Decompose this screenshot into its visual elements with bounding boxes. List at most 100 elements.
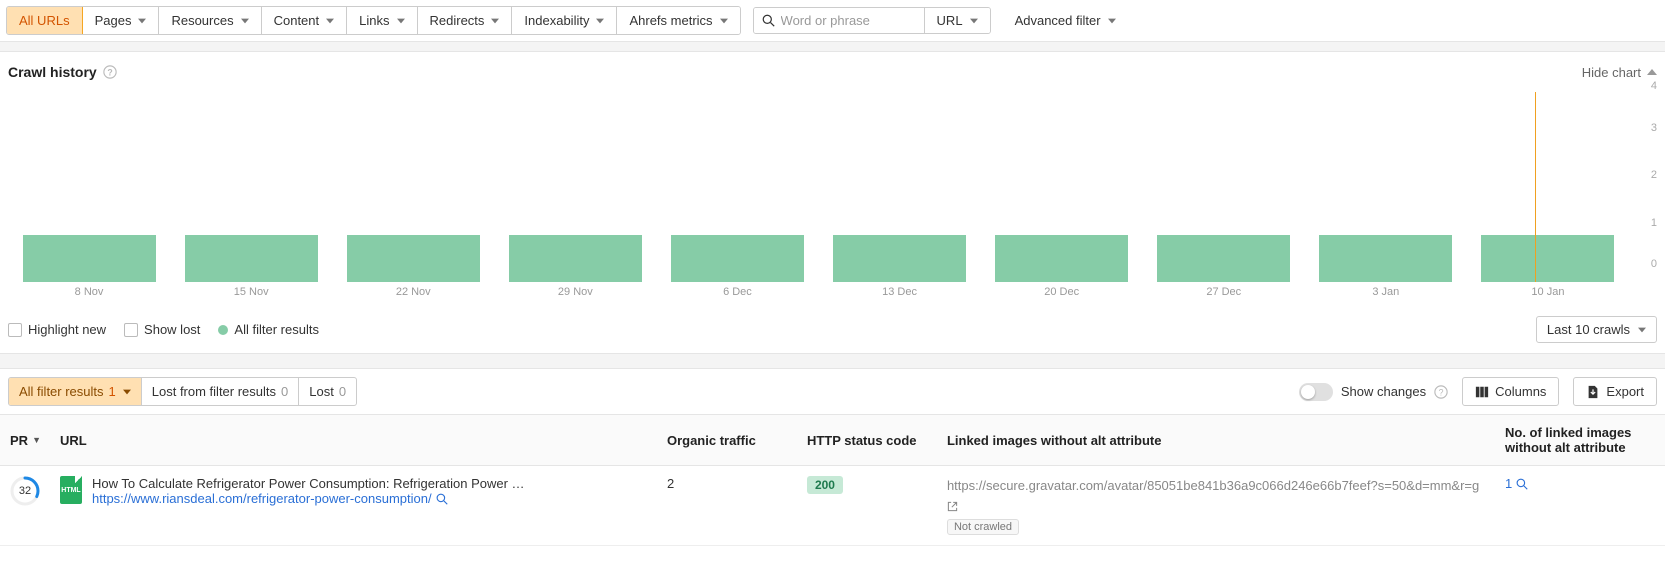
- th-http-status[interactable]: HTTP status code: [797, 423, 937, 458]
- chart-x-axis: 8 Nov15 Nov22 Nov29 Nov6 Dec13 Dec20 Dec…: [8, 286, 1629, 306]
- th-pr[interactable]: PR ▼: [0, 423, 50, 458]
- advanced-filter-label: Advanced filter: [1015, 13, 1101, 28]
- y-tick-label: 4: [1651, 80, 1657, 92]
- tab-lost-from-filter[interactable]: Lost from filter results 0: [142, 378, 300, 405]
- chevron-down-icon: [970, 17, 978, 25]
- chart-bar[interactable]: [1481, 235, 1614, 283]
- sort-desc-icon: ▼: [32, 435, 41, 445]
- cell-pr: 32: [0, 476, 50, 506]
- count-link[interactable]: 1: [1505, 476, 1655, 491]
- search-input[interactable]: [781, 13, 916, 28]
- table-row: 32 HTML How To Calculate Refrigerator Po…: [0, 466, 1665, 546]
- tab-redirects-label: Redirects: [430, 13, 485, 28]
- organic-traffic-value: 2: [667, 476, 674, 491]
- th-count-label: No. of linked images without alt attribu…: [1505, 425, 1655, 455]
- tab-resources[interactable]: Resources: [159, 7, 261, 34]
- chevron-down-icon: [138, 17, 146, 25]
- tab-ahrefs-metrics[interactable]: Ahrefs metrics: [617, 7, 739, 34]
- search-scope-label: URL: [937, 13, 963, 28]
- crawl-range-selector[interactable]: Last 10 crawls: [1536, 316, 1657, 343]
- x-tick-label: 27 Dec: [1206, 286, 1241, 298]
- help-icon[interactable]: ?: [1434, 385, 1448, 399]
- legend-all-label: All filter results: [234, 322, 319, 337]
- linked-image-url[interactable]: https://secure.gravatar.com/avatar/85051…: [947, 476, 1485, 515]
- page-title[interactable]: How To Calculate Refrigerator Power Cons…: [92, 476, 525, 491]
- tab-pages[interactable]: Pages: [83, 7, 160, 34]
- chart-bar[interactable]: [1157, 235, 1290, 283]
- crawl-history-header: Crawl history ? Hide chart: [0, 52, 1665, 84]
- tab-lost-filter-label: Lost from filter results: [152, 384, 276, 399]
- tab-all-filter-results[interactable]: All filter results 1: [9, 378, 142, 405]
- th-pr-label: PR: [10, 433, 28, 448]
- advanced-filter-button[interactable]: Advanced filter: [1003, 7, 1128, 34]
- chart-marker-line: [1535, 92, 1536, 282]
- tab-content[interactable]: Content: [262, 7, 348, 34]
- pr-indicator[interactable]: 32: [10, 476, 40, 506]
- chart-bar[interactable]: [23, 235, 156, 283]
- chevron-down-icon: [326, 17, 334, 25]
- chart-bar[interactable]: [509, 235, 642, 283]
- th-organic-traffic[interactable]: Organic traffic: [657, 423, 797, 458]
- columns-button[interactable]: Columns: [1462, 377, 1559, 406]
- pr-value: 32: [10, 476, 40, 506]
- x-tick-label: 20 Dec: [1044, 286, 1079, 298]
- tab-lost[interactable]: Lost 0: [299, 378, 356, 405]
- tab-pages-label: Pages: [95, 13, 132, 28]
- chart-bar[interactable]: [833, 235, 966, 283]
- tab-all-filter-label: All filter results: [19, 384, 104, 399]
- export-icon: [1586, 385, 1600, 399]
- x-tick-label: 3 Jan: [1372, 286, 1399, 298]
- y-tick-label: 3: [1651, 122, 1657, 134]
- search-scope-selector[interactable]: URL: [924, 8, 990, 33]
- chart-bar[interactable]: [995, 235, 1128, 283]
- chart-bar[interactable]: [1319, 235, 1452, 283]
- crawl-range-label: Last 10 crawls: [1547, 322, 1630, 337]
- search-input-wrapper[interactable]: [754, 8, 924, 33]
- export-button[interactable]: Export: [1573, 377, 1657, 406]
- cell-http-status: 200: [797, 476, 937, 494]
- results-tabs: All filter results 1 Lost from filter re…: [8, 377, 357, 406]
- page-url-link[interactable]: https://www.riansdeal.com/refrigerator-p…: [92, 491, 525, 506]
- show-changes-toggle[interactable]: [1299, 383, 1333, 401]
- table-header: PR ▼ URL Organic traffic HTTP status code…: [0, 414, 1665, 466]
- tab-all-urls[interactable]: All URLs: [7, 7, 83, 34]
- th-url[interactable]: URL: [50, 423, 657, 458]
- show-changes-label: Show changes: [1341, 384, 1426, 399]
- columns-icon: [1475, 385, 1489, 399]
- chart-bar[interactable]: [671, 235, 804, 283]
- tab-all-urls-label: All URLs: [19, 13, 70, 28]
- html-file-icon: HTML: [60, 476, 82, 504]
- html-icon-label: HTML: [61, 487, 80, 494]
- th-linked-images[interactable]: Linked images without alt attribute: [937, 423, 1495, 458]
- show-lost-checkbox[interactable]: Show lost: [124, 322, 200, 337]
- tab-indexability[interactable]: Indexability: [512, 7, 617, 34]
- external-link-icon[interactable]: [947, 498, 958, 513]
- hide-chart-button[interactable]: Hide chart: [1582, 65, 1657, 80]
- x-tick-label: 29 Nov: [558, 286, 593, 298]
- inspect-icon[interactable]: [1516, 478, 1528, 490]
- help-icon[interactable]: ?: [103, 65, 117, 79]
- checkbox-icon: [124, 323, 138, 337]
- tab-ahrefs-label: Ahrefs metrics: [629, 13, 712, 28]
- search-group: URL: [753, 7, 991, 34]
- highlight-new-checkbox[interactable]: Highlight new: [8, 322, 106, 337]
- tab-links[interactable]: Links: [347, 7, 417, 34]
- tab-redirects[interactable]: Redirects: [418, 7, 513, 34]
- http-status-badge: 200: [807, 476, 843, 494]
- legend-dot-icon: [218, 325, 228, 335]
- crawl-history-title: Crawl history: [8, 64, 97, 80]
- th-count-linked[interactable]: No. of linked images without alt attribu…: [1495, 415, 1665, 465]
- cell-url: HTML How To Calculate Refrigerator Power…: [50, 476, 657, 506]
- chart-controls: Highlight new Show lost All filter resul…: [0, 306, 1665, 353]
- filter-tabs: All URLs Pages Resources Content Links R…: [6, 6, 741, 35]
- y-tick-label: 2: [1651, 169, 1657, 181]
- chart-bar[interactable]: [347, 235, 480, 283]
- chart-bar[interactable]: [185, 235, 318, 283]
- checkbox-icon: [8, 323, 22, 337]
- svg-text:?: ?: [1439, 387, 1444, 397]
- linked-image-url-text: https://secure.gravatar.com/avatar/85051…: [947, 478, 1479, 493]
- chart-y-axis: 01234: [1633, 92, 1657, 282]
- chart-plot-area[interactable]: [8, 92, 1629, 282]
- inspect-icon[interactable]: [436, 493, 448, 505]
- tab-lost-filter-count: 0: [281, 384, 288, 399]
